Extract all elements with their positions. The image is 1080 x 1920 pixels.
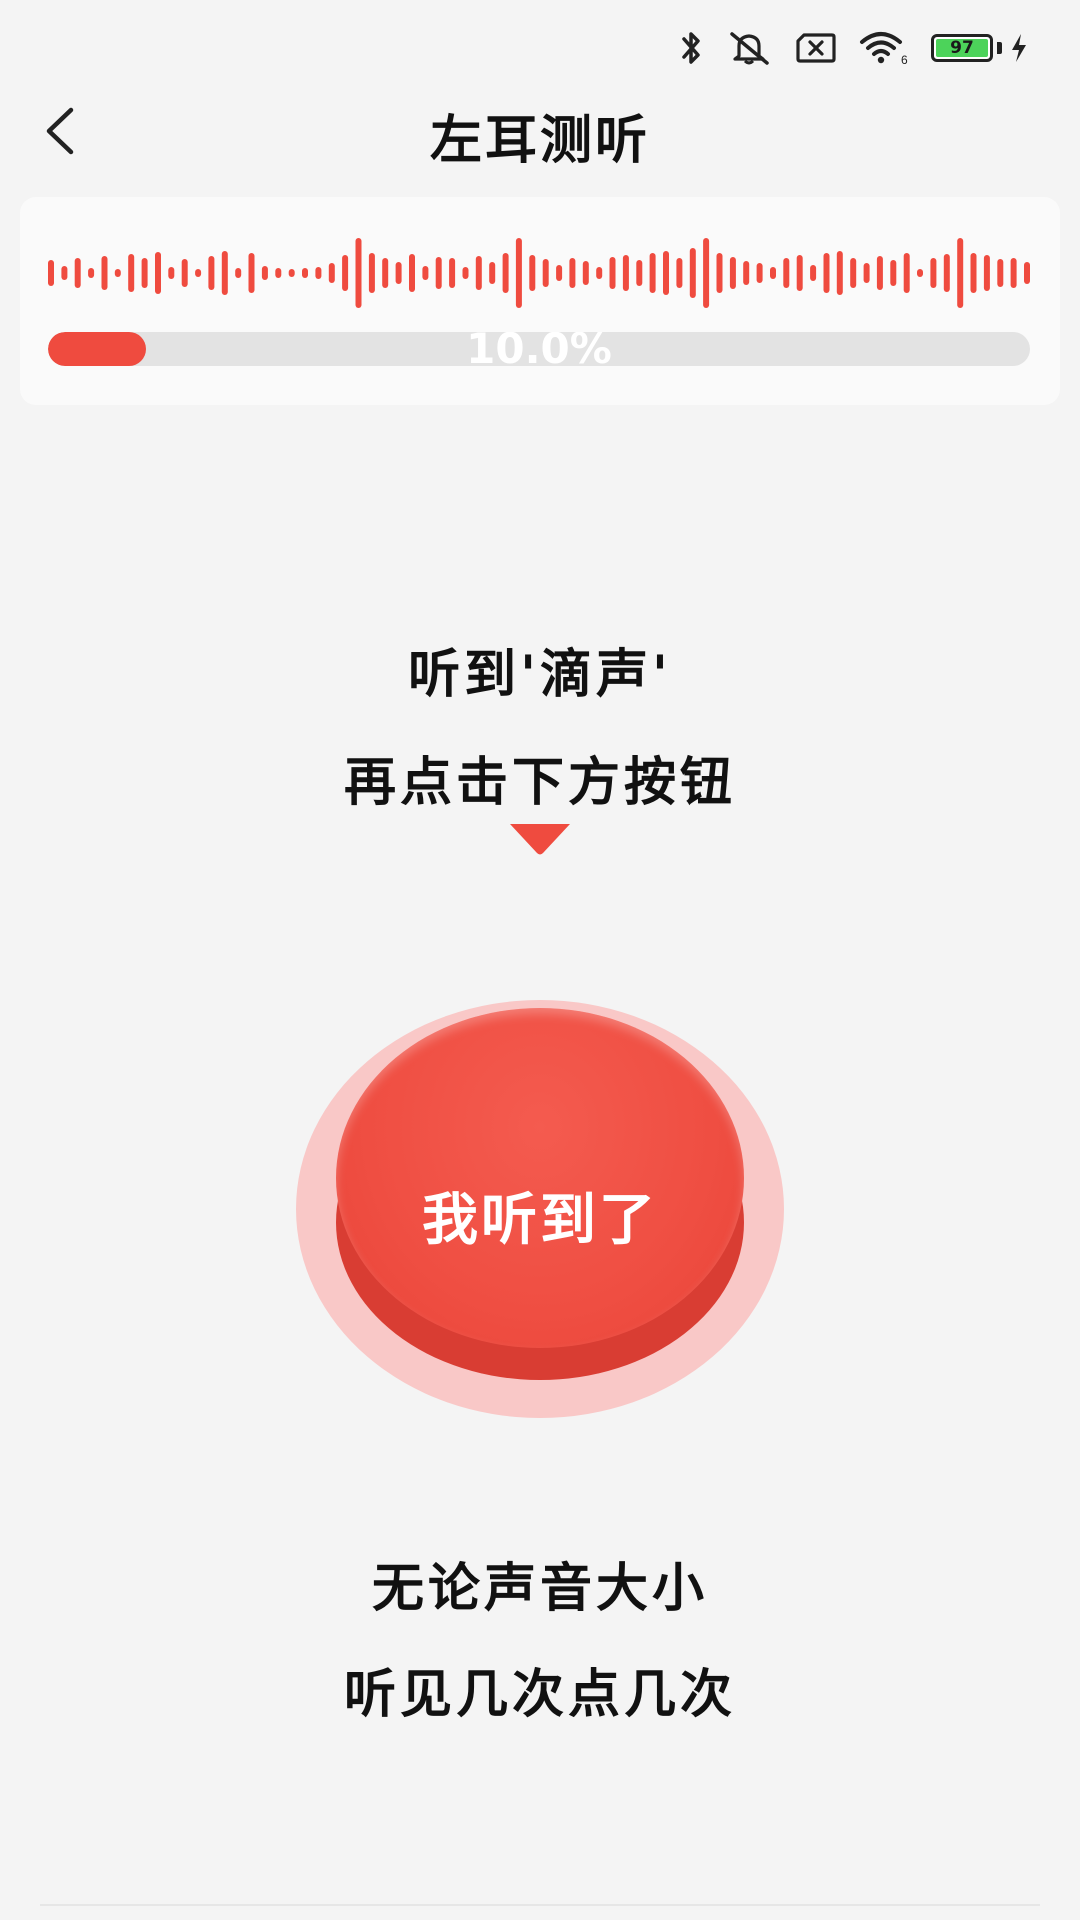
- waveform-bar: [101, 256, 108, 290]
- waveform-bar: [876, 256, 883, 290]
- waveform-graphic: [48, 238, 1030, 308]
- waveform-bar: [208, 256, 215, 290]
- waveform-bar: [128, 254, 135, 292]
- waveform-bar: [770, 267, 776, 279]
- waveform-bar: [556, 265, 563, 281]
- waveform-bar: [756, 263, 763, 283]
- triangle-down-icon: [510, 824, 570, 855]
- progress-label: 10.0%: [466, 332, 612, 366]
- progress-bar: 10.0%: [48, 332, 1030, 366]
- waveform-bar: [221, 251, 228, 295]
- waveform-bar: [622, 255, 629, 291]
- waveform-bar: [689, 248, 696, 298]
- waveform-bar: [930, 258, 937, 288]
- waveform-bar: [502, 253, 509, 293]
- bluetooth-icon: [682, 32, 700, 64]
- waveform-bar: [729, 257, 736, 289]
- waveform-bar: [368, 253, 375, 293]
- heard-it-button[interactable]: 我听到了: [296, 1000, 784, 1418]
- instruction-line-2: 再点击下方按钮: [343, 753, 736, 813]
- waveform-bar: [823, 253, 830, 293]
- waveform-bar: [983, 255, 990, 291]
- waveform-bar: [970, 253, 977, 293]
- waveform-bar: [275, 268, 282, 278]
- waveform-bar: [74, 258, 81, 288]
- waveform-bar: [155, 252, 161, 294]
- waveform-bar: [328, 263, 335, 283]
- waveform-bar: [382, 258, 389, 288]
- waveform-bar: [957, 238, 964, 308]
- waveform-bar: [997, 259, 1004, 287]
- waveform-bar: [676, 258, 683, 288]
- waveform-bar: [890, 260, 897, 286]
- hint-line-1: 无论声音大小: [371, 1559, 708, 1619]
- nav-bar: 左耳测听: [0, 90, 1080, 171]
- waveform-bar: [863, 263, 870, 283]
- waveform-bar: [422, 266, 429, 280]
- page-title: 左耳测听: [429, 111, 650, 171]
- waveform-bar: [636, 260, 643, 286]
- waveform-bar: [141, 258, 148, 288]
- hearing-progress-card: 10.0%: [20, 197, 1060, 405]
- waveform-bar: [850, 258, 857, 288]
- waveform-bar: [515, 238, 522, 308]
- waveform-bar: [529, 255, 536, 291]
- waveform-bar: [903, 253, 910, 293]
- waveform-bar: [542, 259, 549, 287]
- waveform-bar: [703, 238, 710, 308]
- waveform-bar: [355, 238, 362, 308]
- waveform-bar: [649, 253, 656, 293]
- waveform-bar: [1010, 258, 1017, 288]
- battery-icon: 97: [931, 34, 1002, 62]
- battery-level: 97: [950, 37, 974, 58]
- waveform-bar: [783, 258, 790, 288]
- waveform-bar: [1024, 262, 1030, 284]
- waveform-bar: [48, 260, 54, 286]
- waveform-bar: [489, 262, 496, 284]
- waveform-bar: [449, 258, 456, 288]
- waveform-bar: [261, 266, 268, 280]
- waveform-bar: [395, 262, 402, 284]
- waveform-bar: [475, 256, 482, 290]
- waveform-bar: [743, 261, 750, 285]
- waveform-bar: [462, 267, 469, 279]
- waveform-bar: [943, 254, 950, 292]
- waveform-bar: [114, 269, 121, 277]
- waveform-bar: [582, 261, 589, 285]
- status-bar: 6 97: [679, 30, 1028, 66]
- waveform-bar: [810, 265, 817, 281]
- waveform-bar: [168, 267, 175, 279]
- wifi-icon: 6: [860, 32, 908, 66]
- waveform-bar: [435, 257, 442, 289]
- waveform-bar: [195, 269, 202, 277]
- wifi-badge: 6: [901, 53, 908, 66]
- waveform-bar: [836, 251, 843, 295]
- waveform-bar: [409, 254, 415, 292]
- waveform-bar: [88, 268, 95, 278]
- waveform-bar: [315, 267, 322, 279]
- mute-icon: [730, 32, 769, 65]
- waveform-bar: [569, 258, 576, 288]
- waveform-bar: [181, 259, 188, 287]
- hint-line-2: 听见几次点几次: [343, 1665, 736, 1725]
- waveform-bar: [61, 266, 68, 280]
- waveform-bar: [716, 253, 723, 293]
- heard-it-button-label: 我听到了: [422, 1188, 658, 1253]
- instruction-line-1: 听到'滴声': [408, 645, 672, 705]
- waveform-bar: [288, 269, 295, 277]
- waveform-bar: [917, 269, 923, 277]
- waveform-bar: [609, 257, 616, 289]
- bottom-divider: [40, 1904, 1040, 1906]
- charging-icon: [1012, 34, 1026, 62]
- waveform-bar: [663, 251, 669, 295]
- sim-off-icon: [796, 33, 836, 63]
- waveform-bar: [248, 253, 255, 293]
- waveform-bar: [235, 268, 242, 278]
- waveform-bar: [796, 255, 803, 291]
- waveform-bar: [342, 255, 349, 291]
- waveform-bar: [596, 267, 603, 279]
- waveform-bar: [302, 268, 308, 278]
